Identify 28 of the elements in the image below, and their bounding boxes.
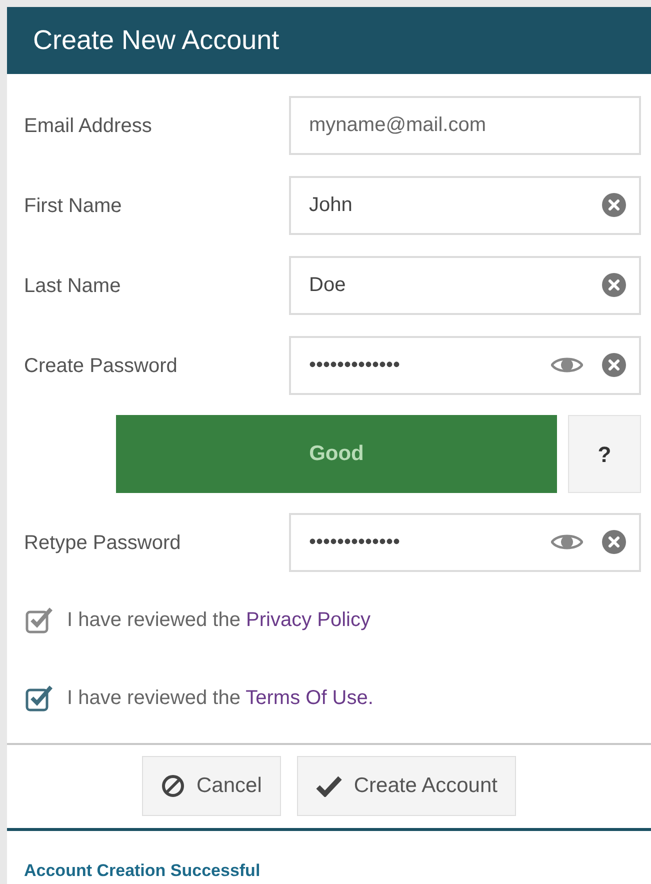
cancel-button[interactable]: Cancel bbox=[142, 756, 281, 816]
clear-icon[interactable] bbox=[601, 352, 627, 378]
text-field[interactable]: Doe bbox=[289, 256, 641, 315]
checkbox[interactable] bbox=[25, 606, 55, 634]
field-label: Email Address bbox=[24, 114, 153, 138]
email-field[interactable]: myname@mail.com bbox=[289, 96, 641, 155]
clear-icon[interactable] bbox=[601, 529, 627, 555]
help-button[interactable]: ? bbox=[568, 415, 641, 493]
field-label: Retype Password bbox=[24, 530, 182, 556]
window-title: Create New Account bbox=[33, 24, 280, 58]
password-field[interactable]: ••••••••••••• bbox=[289, 513, 641, 572]
policy-link[interactable]: Privacy Policy bbox=[246, 609, 370, 631]
checkbox[interactable] bbox=[25, 684, 55, 712]
field-label: First Name bbox=[24, 194, 123, 218]
field-label: Create Password bbox=[24, 354, 178, 378]
ban-icon bbox=[160, 774, 185, 798]
agreement-text: I have reviewed the Privacy Policy bbox=[67, 608, 370, 633]
clear-icon[interactable] bbox=[601, 272, 627, 298]
status-message: Account Creation Successful bbox=[24, 861, 260, 880]
check-icon bbox=[316, 775, 342, 797]
clear-icon[interactable] bbox=[601, 192, 627, 218]
strength-meter: Good bbox=[116, 415, 557, 493]
password-field[interactable]: ••••••••••••• bbox=[289, 336, 641, 395]
field-label: Last Name bbox=[24, 274, 122, 298]
agreement-text: I have reviewed the Terms Of Use. bbox=[67, 686, 374, 711]
text-field[interactable]: John bbox=[289, 176, 641, 235]
policy-link[interactable]: Terms Of Use. bbox=[246, 687, 374, 709]
create-account-button[interactable]: Create Account bbox=[296, 756, 516, 816]
